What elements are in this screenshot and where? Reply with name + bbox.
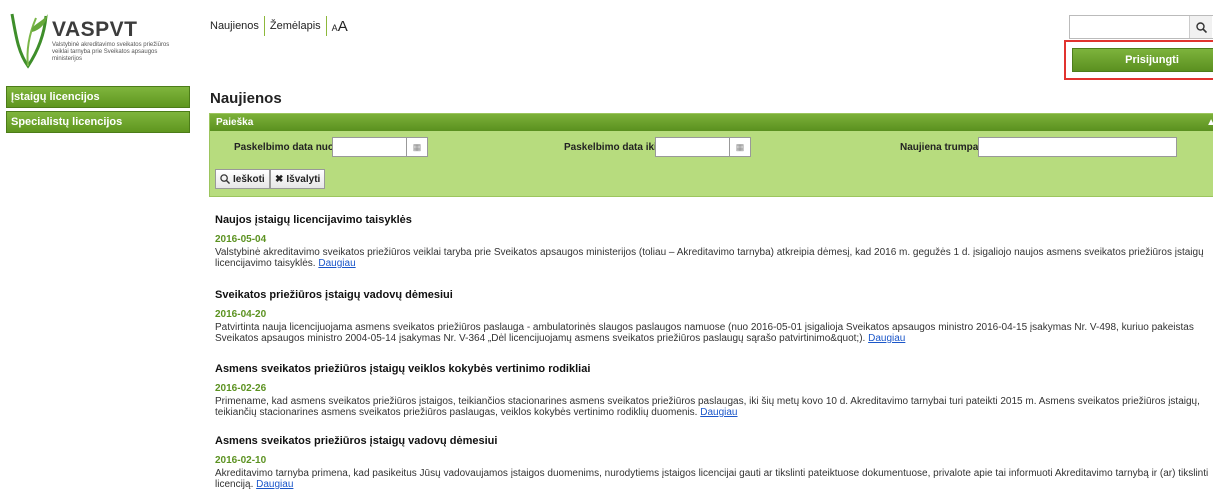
search-icon [220,174,230,184]
news-title[interactable]: Naujos įstaigų licencijavimo taisyklės [215,214,1213,226]
sidebar: Įstaigų licencijos Specialistų licencijo… [6,86,190,136]
nav-divider [325,16,327,36]
nav-sitemap-link[interactable]: Žemėlapis [270,20,321,32]
search-input[interactable] [1073,17,1187,37]
logo-subtitle: Valstybinė akreditavimo sveikatos prieži… [52,42,170,62]
collapse-icon[interactable]: ▲ [1206,114,1213,131]
news-text: Patvirtinta nauja licencijuojama asmens … [215,322,1194,344]
font-size-toggle[interactable]: AA [332,18,348,35]
clear-button[interactable]: ✖ Išvalyti [270,169,326,189]
nav-divider [263,16,265,36]
more-link[interactable]: Daugiau [318,258,355,269]
clear-label: Išvalyti [286,173,321,185]
login-button[interactable]: Prisijungti [1072,48,1213,72]
date-from-label: Paskelbimo data nuo [234,142,335,153]
news-date: 2016-02-26 [215,383,267,394]
date-from-input[interactable] [332,137,408,157]
news-text: Primename, kad asmens sveikatos priežiūr… [215,396,1200,418]
news-date: 2016-04-20 [215,309,267,320]
main-content: Naujienos Paieška ▲ Paskelbimo data nuo … [200,80,1213,490]
list-item: Sveikatos priežiūros įstaigų vadovų dėme… [215,289,1213,344]
site-search [1069,15,1213,39]
calendar-icon[interactable]: ▦ [406,137,428,157]
calendar-icon[interactable]: ▦ [729,137,751,157]
top-nav: Naujienos Žemėlapis AA [210,16,348,36]
date-to-label: Paskelbimo data iki [564,142,657,153]
page-title: Naujienos [210,90,282,107]
news-text: Valstybinė akreditavimo sveikatos prieži… [215,247,1204,269]
search-button[interactable] [1189,16,1212,38]
news-date: 2016-02-10 [215,455,267,466]
news-text: Akreditavimo tarnyba primena, kad pasike… [215,468,1209,490]
news-short-label: Naujiena trumpai [900,142,982,153]
search-icon [1195,21,1207,33]
login-highlight: Prisijungti [1064,40,1213,80]
nav-news-link[interactable]: Naujienos [210,20,259,32]
more-link[interactable]: Daugiau [700,407,737,418]
search-panel: Paieška ▲ Paskelbimo data nuo ▦ Paskelbi… [209,113,1213,197]
list-item: Naujos įstaigų licencijavimo taisyklės 2… [215,214,1213,269]
news-date: 2016-05-04 [215,234,267,245]
search-submit-label: Ieškoti [233,173,265,185]
list-item: Asmens sveikatos priežiūros įstaigų vado… [215,435,1213,490]
sidebar-item-institution-licenses[interactable]: Įstaigų licencijos [6,86,190,108]
more-link[interactable]: Daugiau [868,333,905,344]
logo[interactable]: VASPVT Valstybinė akreditavimo sveikatos… [6,8,176,74]
font-big-label: A [337,17,348,35]
leaf-logo-icon [10,13,48,69]
news-short-input[interactable] [978,137,1177,157]
close-icon: ✖ [275,173,284,185]
search-submit-button[interactable]: Ieškoti [215,169,270,189]
news-title[interactable]: Asmens sveikatos priežiūros įstaigų veik… [215,363,1213,375]
search-panel-header[interactable]: Paieška ▲ [210,114,1213,131]
date-to-input[interactable] [655,137,731,157]
news-title[interactable]: Asmens sveikatos priežiūros įstaigų vado… [215,435,1213,447]
sidebar-item-specialist-licenses[interactable]: Specialistų licencijos [6,111,190,133]
logo-title: VASPVT [52,18,138,41]
news-title[interactable]: Sveikatos priežiūros įstaigų vadovų dėme… [215,289,1213,301]
search-panel-title: Paieška [216,117,254,128]
more-link[interactable]: Daugiau [256,479,293,490]
list-item: Asmens sveikatos priežiūros įstaigų veik… [215,363,1213,418]
